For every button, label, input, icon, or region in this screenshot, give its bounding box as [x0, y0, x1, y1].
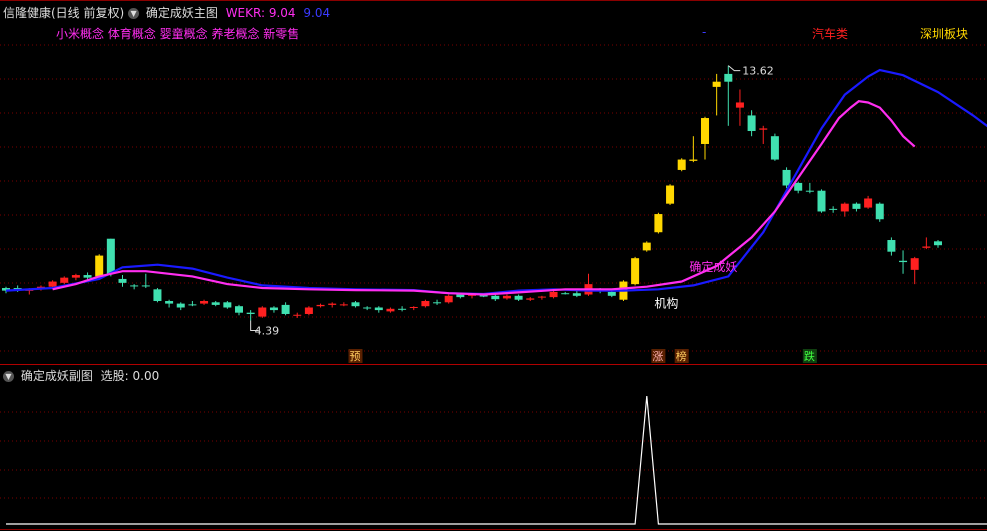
candle [363, 307, 372, 309]
chevron-down-icon[interactable]: ▼ [128, 8, 140, 19]
candle [386, 308, 395, 312]
candle [106, 238, 115, 274]
candle [701, 118, 709, 144]
candle [491, 295, 500, 300]
candle [852, 203, 861, 209]
candle [409, 306, 418, 308]
candle [118, 278, 127, 283]
candle [456, 294, 465, 298]
candle [269, 307, 278, 311]
candle [130, 285, 139, 287]
concept-list: 小米概念 体育概念 婴童概念 养老概念 新零售 [56, 27, 300, 41]
candle [339, 304, 348, 306]
ma-line [5, 68, 987, 296]
wekr-value: 9.04 [303, 6, 331, 20]
candle [246, 312, 255, 314]
candle [782, 169, 791, 186]
candle [200, 301, 209, 304]
marker-text: 预 [350, 350, 361, 363]
candle [176, 303, 185, 308]
candle [211, 302, 220, 305]
stock-name: 信隆健康(日线 前复权) [3, 6, 125, 20]
candle [351, 302, 360, 307]
candle [83, 275, 92, 278]
chevron-down-icon[interactable]: ▼ [3, 371, 14, 382]
low-price-label: 4.39 [255, 324, 280, 337]
candle [934, 241, 942, 246]
candle [48, 281, 57, 287]
dash-label: - [702, 25, 707, 39]
candle [71, 275, 80, 278]
candle [864, 198, 873, 208]
candle [526, 298, 535, 300]
candle [153, 289, 162, 302]
candle [188, 304, 197, 306]
candle [689, 159, 698, 161]
sector-label: 深圳板块 [920, 27, 969, 41]
high-pointer [727, 65, 741, 72]
sub-indicator-title: 确定成妖副图 [20, 369, 93, 383]
candle [398, 308, 407, 310]
candle [759, 128, 768, 130]
candle [514, 295, 523, 300]
candle [875, 203, 884, 220]
candle [141, 285, 150, 287]
trend-line [52, 100, 916, 296]
candle [293, 314, 302, 316]
candle [607, 291, 616, 296]
candle [60, 277, 69, 283]
candle [316, 304, 325, 307]
marker-text: 涨 [652, 350, 663, 363]
candle [549, 291, 558, 298]
marker-text: 跌 [804, 349, 815, 363]
candle [770, 136, 779, 160]
candle [747, 115, 756, 132]
candle [642, 242, 651, 251]
sector-label-2: 汽车类 [812, 27, 849, 41]
candle [654, 214, 663, 233]
candle [95, 255, 104, 277]
candle [922, 246, 931, 248]
candle [328, 303, 337, 305]
candle [165, 301, 174, 304]
candle [899, 260, 908, 263]
selection-label: 选股: 0.00 [100, 369, 160, 383]
institution-label: 机构 [654, 295, 678, 310]
candle [304, 307, 313, 314]
candle [794, 182, 803, 191]
candle [724, 73, 733, 82]
high-price-label: 13.62 [742, 65, 774, 78]
candle [281, 304, 290, 314]
candle [735, 102, 744, 108]
wekr-label: WEKR: 9.04 [225, 6, 296, 20]
candle [805, 190, 814, 192]
candle [223, 302, 232, 308]
marker-text: 榜 [676, 349, 687, 363]
candle [235, 306, 243, 313]
candle [829, 208, 838, 210]
candle [887, 240, 896, 252]
candle [258, 307, 267, 317]
candle [817, 190, 826, 212]
candle [502, 295, 511, 299]
signal-label: 确定成妖 [689, 259, 737, 274]
candle [444, 295, 453, 303]
candle [433, 302, 442, 304]
main-indicator-title: 确定成妖主图 [145, 6, 218, 20]
candle [537, 296, 546, 298]
candle [840, 203, 849, 212]
candlestick-chart[interactable]: 13.62 4.39 确定成妖机构预 涨榜 跌 [0, 0, 987, 531]
candle [631, 258, 640, 285]
candle [712, 81, 721, 87]
candle [561, 293, 570, 295]
candle [572, 293, 581, 296]
candle [677, 159, 686, 170]
sub-indicator-line [6, 395, 987, 525]
candle [374, 307, 383, 311]
candle [421, 301, 430, 307]
candle [666, 185, 675, 204]
candle [910, 258, 919, 270]
